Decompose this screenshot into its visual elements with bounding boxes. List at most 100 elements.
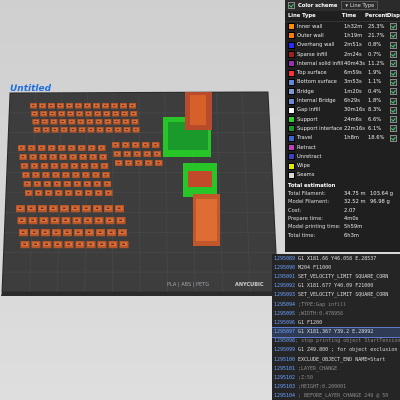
sliced-part-infill[interactable]	[83, 165, 86, 167]
sliced-part-infill[interactable]	[50, 104, 53, 107]
sliced-part-infill[interactable]	[95, 104, 98, 107]
sliced-part-infill[interactable]	[71, 128, 74, 131]
sliced-part-infill[interactable]	[131, 104, 134, 107]
gcode-line[interactable]: 1295096 G1 F1200	[272, 318, 400, 327]
sliced-part-infill[interactable]	[127, 162, 130, 164]
gcode-line[interactable]: 1295103 ;HEIGHT:0.200001	[272, 383, 400, 392]
tower-model-top[interactable]	[196, 199, 217, 241]
sliced-part-infill[interactable]	[98, 128, 101, 131]
sliced-part-infill[interactable]	[70, 147, 73, 149]
legend-row[interactable]: Outer wall 1h19m 21.7%	[285, 31, 400, 40]
sliced-part-infill[interactable]	[100, 243, 104, 245]
gcode-line[interactable]: 1295093 SET_VELOCITY_LIMIT SQUARE_CORN	[272, 291, 400, 300]
sliced-part-infill[interactable]	[89, 128, 92, 131]
legend-row[interactable]: Top surface 6m59s 1.9%	[285, 68, 400, 77]
sliced-part-infill[interactable]	[106, 120, 109, 123]
sliced-part-infill[interactable]	[41, 156, 45, 158]
sliced-part-infill[interactable]	[103, 165, 106, 167]
sliced-part-infill[interactable]	[31, 156, 35, 158]
sliced-part-infill[interactable]	[97, 192, 100, 194]
sliced-part-infill[interactable]	[133, 120, 136, 123]
sliced-part-infill[interactable]	[35, 183, 39, 185]
sliced-part-infill[interactable]	[74, 174, 77, 176]
sliced-part-infill[interactable]	[154, 144, 157, 146]
sliced-part-infill[interactable]	[73, 207, 77, 209]
sliced-part-infill[interactable]	[31, 219, 35, 221]
sliced-part-infill[interactable]	[78, 243, 82, 245]
gcode-line[interactable]: 1295097 G1 X181.367 Y39.2 E.28992	[272, 326, 400, 338]
sliced-part-infill[interactable]	[134, 144, 137, 146]
sliced-part-infill[interactable]	[87, 112, 90, 115]
sliced-part-infill[interactable]	[25, 183, 29, 185]
display-checkbox[interactable]	[390, 116, 397, 124]
sliced-part-infill[interactable]	[47, 192, 50, 194]
gcode-line[interactable]: 1295100 EXCLUDE_OBJECT_END NAME=Start	[272, 355, 400, 364]
sliced-part-infill[interactable]	[84, 207, 88, 209]
sliced-part-infill[interactable]	[77, 192, 80, 194]
display-checkbox[interactable]	[390, 78, 397, 86]
sliced-part-infill[interactable]	[91, 156, 95, 158]
sliced-part-infill[interactable]	[117, 207, 121, 209]
sliced-part-infill[interactable]	[78, 112, 81, 115]
sliced-part-infill[interactable]	[89, 243, 93, 245]
sliced-part-infill[interactable]	[115, 153, 119, 155]
sliced-part-infill[interactable]	[122, 104, 125, 107]
sliced-part-infill[interactable]	[63, 165, 66, 167]
sliced-part-infill[interactable]	[23, 165, 26, 167]
sliced-part-infill[interactable]	[56, 243, 60, 245]
sliced-part-infill[interactable]	[33, 112, 36, 115]
sliced-part-infill[interactable]	[42, 112, 45, 115]
sliced-part-infill[interactable]	[115, 120, 118, 123]
sliced-part-infill[interactable]	[35, 128, 38, 131]
sliced-part-infill[interactable]	[18, 207, 22, 209]
sliced-part-infill[interactable]	[88, 120, 91, 123]
sliced-part-infill[interactable]	[145, 153, 149, 155]
legend-row[interactable]: Bridge 1m20s 0.4%	[285, 87, 400, 96]
sliced-part-infill[interactable]	[62, 128, 65, 131]
sliced-part-infill[interactable]	[123, 112, 126, 115]
sliced-part-infill[interactable]	[34, 243, 38, 245]
sliced-part-infill[interactable]	[147, 162, 150, 164]
sliced-part-infill[interactable]	[81, 156, 85, 158]
plate-name-label[interactable]: Untitled	[10, 84, 51, 94]
sliced-part-infill[interactable]	[42, 219, 46, 221]
gcode-viewer[interactable]: 1295089 G1 X181.66 Y46.058 E.28537 1295090…	[272, 254, 400, 400]
sliced-part-infill[interactable]	[53, 219, 57, 221]
sliced-part-infill[interactable]	[77, 104, 80, 107]
sliced-part-infill[interactable]	[114, 112, 117, 115]
gcode-line[interactable]: 1295098; stop printing object StartTensi…	[272, 337, 400, 346]
sliced-part-infill[interactable]	[86, 219, 90, 221]
sliced-part-infill[interactable]	[71, 156, 75, 158]
sliced-part-infill[interactable]	[114, 144, 117, 146]
legend-toggle-row[interactable]: Wipe	[285, 161, 400, 170]
gcode-line[interactable]: 1295089 G1 X181.66 Y46.058 E.28537	[272, 254, 400, 263]
sliced-part-infill[interactable]	[67, 243, 71, 245]
sliced-part-infill[interactable]	[40, 147, 43, 149]
sliced-part-infill[interactable]	[67, 192, 70, 194]
legend-row[interactable]: Support interface 22m16s 6.1%	[285, 124, 400, 133]
legend-row[interactable]: Sparse infill 2m24s 0.7%	[285, 50, 400, 59]
sliced-part-infill[interactable]	[51, 156, 55, 158]
sliced-part-infill[interactable]	[65, 231, 69, 233]
sliced-part-infill[interactable]	[75, 219, 79, 221]
sliced-part-infill[interactable]	[34, 174, 37, 176]
sliced-part-infill[interactable]	[51, 112, 54, 115]
sliced-part-infill[interactable]	[100, 147, 103, 149]
sliced-part-infill[interactable]	[32, 231, 36, 233]
sliced-part-infill[interactable]	[57, 192, 60, 194]
legend-collapse-toggle[interactable]	[288, 2, 295, 9]
color-scheme-select[interactable]: ▾ Line Type	[341, 1, 379, 10]
legend-row[interactable]: Bottom surface 3m53s 1.1%	[285, 78, 400, 87]
gcode-line[interactable]: 1295091 SET_VELOCITY_LIMIT SQUARE_CORN	[272, 272, 400, 281]
sliced-part-infill[interactable]	[64, 174, 67, 176]
sliced-part-infill[interactable]	[90, 147, 93, 149]
sliced-part-infill[interactable]	[124, 144, 127, 146]
sliced-part-infill[interactable]	[53, 165, 56, 167]
sliced-part-infill[interactable]	[75, 183, 79, 185]
display-checkbox[interactable]	[390, 23, 397, 31]
sliced-part-infill[interactable]	[44, 174, 47, 176]
gcode-line[interactable]: 1295092 G1 X181.677 Y40.09 F21000	[272, 282, 400, 291]
sliced-part-infill[interactable]	[105, 112, 108, 115]
sliced-part-infill[interactable]	[23, 243, 27, 245]
legend-toggle-row[interactable]: Unretract	[285, 152, 400, 161]
